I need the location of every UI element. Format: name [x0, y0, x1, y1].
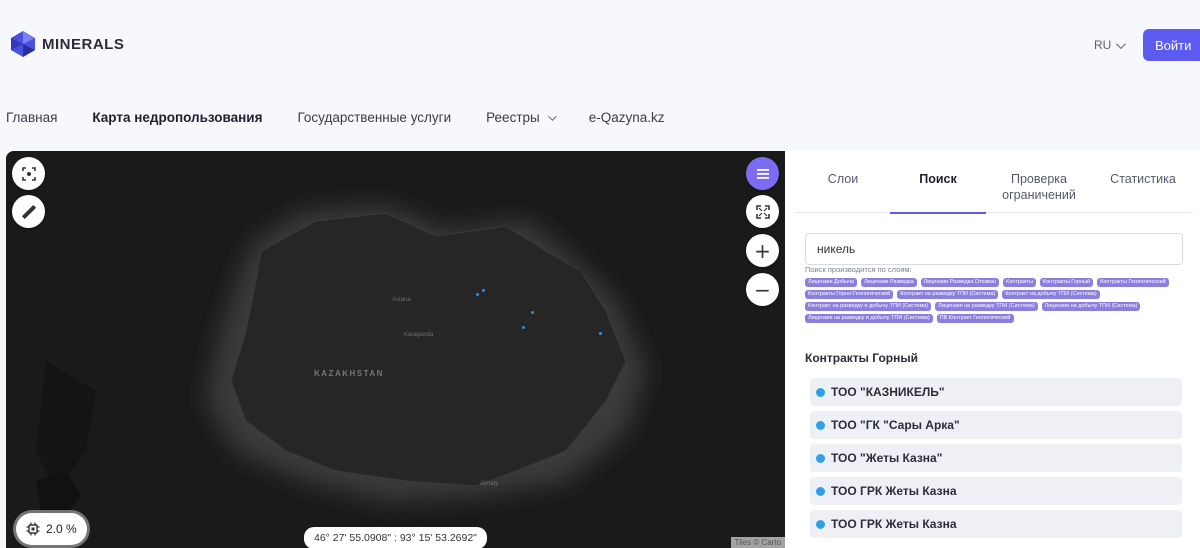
- map-label-city: Astana: [392, 297, 411, 303]
- logo-text: MINERALS: [42, 35, 125, 53]
- nav-item-public-services[interactable]: Государственные услуги: [298, 110, 452, 125]
- search-input[interactable]: [805, 233, 1183, 265]
- layer-chip[interactable]: Лицензии Добыча: [805, 278, 857, 287]
- result-bullet-icon: [816, 387, 825, 397]
- result-label: ТОО ГРК Жеты Казна: [831, 517, 957, 531]
- menu-icon: [756, 168, 769, 179]
- results-section-title: Контракты Горный: [805, 351, 918, 365]
- panel-tabs: Слои Поиск Проверка ограничений Статисти…: [795, 169, 1193, 214]
- layer-chip[interactable]: Контракты Горно-Геологический: [805, 290, 894, 299]
- result-label: ТОО "Жеты Казна": [831, 451, 943, 465]
- layer-chip[interactable]: Лицензии Разведка: [860, 278, 917, 287]
- map-feature-dot[interactable]: [599, 332, 602, 335]
- map-canvas[interactable]: KAZAKHSTAN Astana Karaganda Almaty + − 2…: [6, 151, 785, 548]
- result-bullet-icon: [816, 486, 825, 496]
- layers-menu-button[interactable]: [746, 157, 779, 190]
- layer-chip[interactable]: Контракт на разведку ТПИ (Система): [897, 290, 999, 299]
- active-tab-indicator: [890, 212, 986, 214]
- map-feature-dot[interactable]: [522, 326, 525, 329]
- layer-chip[interactable]: Контракты: [1003, 278, 1036, 287]
- list-item[interactable]: ТОО "КАЗНИКЕЛЬ": [810, 378, 1182, 406]
- layer-chip[interactable]: Лицензия на разведку и добычу ТПИ (Систе…: [805, 314, 933, 323]
- result-label: ТОО "ГК "Сары Арка": [831, 418, 960, 432]
- map-label-city: Almaty: [480, 481, 499, 487]
- tab-layers[interactable]: Слои: [813, 171, 873, 187]
- map-basemap: [6, 151, 785, 548]
- layer-chip[interactable]: Контракт на разведку и добычу ТПИ (Систе…: [805, 302, 932, 311]
- layer-chip[interactable]: Лицензии Разведка Отозван: [920, 278, 1000, 287]
- map-feature-dot[interactable]: [482, 289, 485, 292]
- logo-gem-icon: [11, 31, 35, 57]
- nav-item-subsoil-map[interactable]: Карта недропользования: [92, 110, 262, 125]
- zoom-out-button[interactable]: −: [746, 273, 779, 306]
- zoom-in-button[interactable]: +: [746, 234, 779, 267]
- minus-icon: −: [754, 277, 771, 302]
- ruler-icon: [21, 204, 36, 219]
- layer-chip[interactable]: Лицензия на добычу ТПИ (Система): [1041, 302, 1141, 311]
- language-label: RU: [1094, 38, 1112, 52]
- language-selector[interactable]: RU: [1094, 38, 1127, 52]
- result-label: ТОО ГРК Жеты Казна: [831, 484, 957, 498]
- layer-chip[interactable]: ПВ Контракт Геологический: [936, 314, 1014, 323]
- fullscreen-focus-button[interactable]: [12, 157, 45, 190]
- results-list: ТОО "КАЗНИКЕЛЬ" ТОО "ГК "Сары Арка" ТОО …: [810, 378, 1182, 543]
- tab-restrictions-check[interactable]: Проверка ограничений: [991, 171, 1087, 203]
- measure-button[interactable]: [12, 195, 45, 228]
- search-hint: Поиск производится по слоям:: [805, 265, 912, 274]
- nav-item-registries[interactable]: Реестры: [486, 110, 557, 125]
- nav-item-home[interactable]: Главная: [6, 110, 57, 125]
- chevron-down-icon: [1116, 38, 1127, 49]
- chevron-down-icon: [547, 111, 557, 121]
- result-bullet-icon: [816, 453, 825, 463]
- tab-search[interactable]: Поиск: [903, 171, 973, 187]
- map-feature-dot[interactable]: [476, 293, 479, 296]
- chip-icon: [26, 522, 40, 536]
- list-item[interactable]: ТОО "ГК "Сары Арка": [810, 411, 1182, 439]
- list-item[interactable]: ТОО ГРК Жеты Казна: [810, 510, 1182, 538]
- result-label: ТОО "КАЗНИКЕЛЬ": [831, 385, 945, 399]
- layer-chip[interactable]: Лицензия на разведку ТПИ (Система): [935, 302, 1038, 311]
- list-item[interactable]: ТОО "Жеты Казна": [810, 444, 1182, 472]
- tab-statistics[interactable]: Статистика: [1105, 171, 1181, 187]
- login-button[interactable]: Войти: [1143, 29, 1200, 61]
- result-bullet-icon: [816, 519, 825, 529]
- map-feature-dot[interactable]: [531, 311, 534, 314]
- layer-chip[interactable]: Контракт на добычу ТПИ (Система): [1002, 290, 1100, 299]
- main-nav: Главная Карта недропользования Государст…: [6, 110, 700, 125]
- expand-icon: [755, 204, 770, 219]
- coordinates-readout: 46° 27' 55.0908" : 93° 15' 53.2692": [304, 527, 487, 548]
- logo[interactable]: MINERALS: [10, 30, 124, 58]
- list-item[interactable]: ТОО ГРК Жеты Казна: [810, 477, 1182, 505]
- focus-icon: [21, 166, 36, 181]
- layer-chips: Лицензии Добыча Лицензии Разведка Лиценз…: [805, 278, 1183, 323]
- zoom-value: 2.0 %: [46, 522, 77, 536]
- expand-button[interactable]: [746, 195, 779, 228]
- layer-chip[interactable]: Контракты Горный: [1039, 278, 1094, 287]
- plus-icon: +: [754, 238, 771, 263]
- side-panel: Слои Поиск Проверка ограничений Статисти…: [785, 151, 1200, 548]
- map-label-city: Karaganda: [404, 332, 434, 338]
- zoom-indicator: 2.0 %: [16, 513, 87, 545]
- nav-item-eqazyna[interactable]: e-Qazyna.kz: [589, 110, 665, 125]
- map-attribution[interactable]: Tiles © Carto: [730, 537, 785, 548]
- map-label-country: KAZAKHSTAN: [314, 369, 384, 378]
- layer-chip[interactable]: Контракты Геологический: [1097, 278, 1169, 287]
- result-bullet-icon: [816, 420, 825, 430]
